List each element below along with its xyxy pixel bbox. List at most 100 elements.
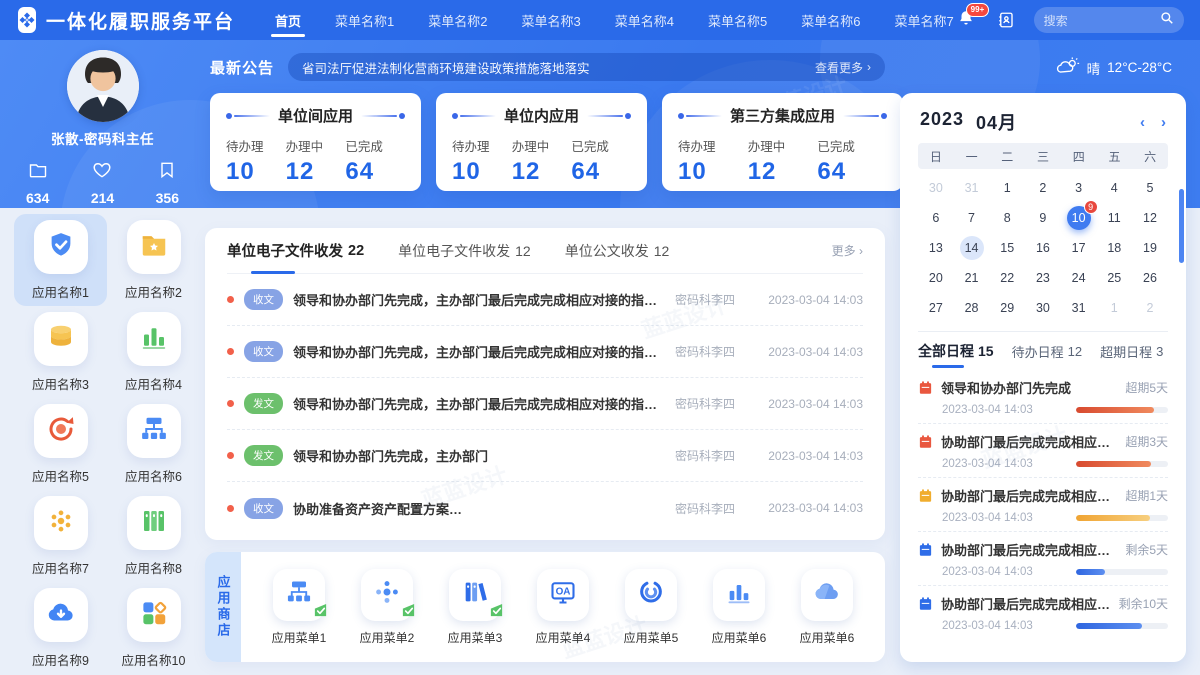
calendar-day[interactable]: 31 xyxy=(954,173,990,203)
sidebar-app-4[interactable]: 应用名称4 xyxy=(107,306,200,398)
nav-item-4[interactable]: 菜单名称3 xyxy=(522,0,581,40)
calendar-day[interactable]: 3 xyxy=(1061,173,1097,203)
calendar-day[interactable]: 30 xyxy=(918,173,954,203)
stat-item[interactable]: 已完成64 xyxy=(345,136,405,186)
notification-bell-icon[interactable]: 99+ xyxy=(954,8,978,32)
stat-item[interactable]: 已完成64 xyxy=(571,136,631,186)
calendar-day[interactable]: 12 xyxy=(1132,203,1168,233)
search-icon[interactable] xyxy=(1160,11,1174,30)
nav-item-3[interactable]: 菜单名称2 xyxy=(428,0,487,40)
calendar-prev-icon[interactable]: ‹ xyxy=(1140,115,1145,130)
calendar-day[interactable]: 8 xyxy=(989,203,1025,233)
sidebar-app-2[interactable]: 应用名称2 xyxy=(107,214,200,306)
calendar-day[interactable]: 6 xyxy=(918,203,954,233)
calendar-day[interactable]: 28 xyxy=(954,293,990,323)
stat-item[interactable]: 待办理10 xyxy=(452,136,512,186)
user-stat[interactable]: 214 xyxy=(91,160,114,206)
app-store-tab[interactable]: 应用商店 xyxy=(205,552,241,662)
calendar-day[interactable]: 27 xyxy=(918,293,954,323)
store-app-3[interactable]: 应用菜单3 xyxy=(448,569,503,646)
sidebar-app-1[interactable]: 应用名称1 xyxy=(14,214,107,306)
calendar-day[interactable]: 31 xyxy=(1061,293,1097,323)
nav-item-1[interactable]: 首页 xyxy=(275,0,301,40)
calendar-day[interactable]: 29 xyxy=(989,293,1025,323)
calendar-day[interactable]: 14 xyxy=(954,233,990,263)
scrollbar-thumb[interactable] xyxy=(1179,189,1184,263)
user-stat[interactable]: 356 xyxy=(156,160,179,206)
calendar-day[interactable]: 109 xyxy=(1061,203,1097,233)
store-app-4[interactable]: OA应用菜单4 xyxy=(536,569,591,646)
stat-item[interactable]: 已完成64 xyxy=(817,136,887,186)
nav-item-5[interactable]: 菜单名称4 xyxy=(615,0,674,40)
calendar-day[interactable]: 25 xyxy=(1096,263,1132,293)
calendar-day[interactable]: 5 xyxy=(1132,173,1168,203)
user-stat[interactable]: 634 xyxy=(26,160,49,206)
calendar-day[interactable]: 22 xyxy=(989,263,1025,293)
calendar-next-icon[interactable]: › xyxy=(1161,115,1166,130)
nav-item-7[interactable]: 菜单名称6 xyxy=(801,0,860,40)
schedule-item[interactable]: 协助部门最后完成完成相应对接…超期1天2023-03-04 14:03 xyxy=(918,478,1168,532)
stat-item[interactable]: 办理中12 xyxy=(512,136,572,186)
calendar-day[interactable]: 1 xyxy=(1096,293,1132,323)
schedule-tab-3[interactable]: 超期日程3 xyxy=(1100,332,1163,370)
avatar[interactable] xyxy=(67,50,139,122)
nav-item-6[interactable]: 菜单名称5 xyxy=(708,0,767,40)
calendar-day[interactable]: 26 xyxy=(1132,263,1168,293)
calendar-day[interactable]: 30 xyxy=(1025,293,1061,323)
store-app-5[interactable]: 应用菜单5 xyxy=(624,569,679,646)
search-input[interactable]: 搜索 xyxy=(1034,7,1184,33)
address-book-icon[interactable] xyxy=(994,8,1018,32)
calendar-day[interactable]: 19 xyxy=(1132,233,1168,263)
sidebar-app-3[interactable]: 应用名称3 xyxy=(14,306,107,398)
sidebar-app-9[interactable]: 应用名称9 xyxy=(14,582,107,674)
announcement-pill[interactable]: 省司法厅促进法制化营商环境建设政策措施落地落实 查看更多 › xyxy=(288,53,885,81)
schedule-item[interactable]: 领导和协办部门先完成超期5天2023-03-04 14:03 xyxy=(918,370,1168,424)
schedule-item[interactable]: 协助部门最后完成完成相应对接…剩余5天2023-03-04 14:03 xyxy=(918,532,1168,586)
schedule-item[interactable]: 协助部门最后完成完成相应对接…超期3天2023-03-04 14:03 xyxy=(918,424,1168,478)
mail-list-item[interactable]: 发文领导和协办部门先完成，主办部门密码科李四2023-03-04 14:03 xyxy=(227,430,863,482)
sidebar-app-5[interactable]: 应用名称5 xyxy=(14,398,107,490)
stat-item[interactable]: 办理中12 xyxy=(748,136,818,186)
calendar-day[interactable]: 23 xyxy=(1025,263,1061,293)
calendar-day[interactable]: 9 xyxy=(1025,203,1061,233)
stat-item[interactable]: 办理中12 xyxy=(286,136,346,186)
sidebar-app-6[interactable]: 应用名称6 xyxy=(107,398,200,490)
schedule-tab-1[interactable]: 全部日程15 xyxy=(918,332,994,370)
mail-list-item[interactable]: 收文协助准备资产资产配置方案…密码科李四2023-03-04 14:03 xyxy=(227,482,863,534)
sidebar-app-8[interactable]: 应用名称8 xyxy=(107,490,200,582)
stat-item[interactable]: 待办理10 xyxy=(226,136,286,186)
nav-item-2[interactable]: 菜单名称1 xyxy=(335,0,394,40)
store-app-6[interactable]: 应用菜单6 xyxy=(712,569,767,646)
stat-item[interactable]: 待办理10 xyxy=(678,136,748,186)
calendar-day[interactable]: 13 xyxy=(918,233,954,263)
mail-tab-3[interactable]: 单位公文收发12 xyxy=(565,228,670,274)
mail-tab-1[interactable]: 单位电子文件收发22 xyxy=(227,228,364,274)
schedule-item[interactable]: 协助部门最后完成完成相应对接…剩余10天2023-03-04 14:03 xyxy=(918,586,1168,639)
calendar-day[interactable]: 7 xyxy=(954,203,990,233)
calendar-day[interactable]: 16 xyxy=(1025,233,1061,263)
sidebar-app-10[interactable]: 应用名称10 xyxy=(107,582,200,674)
mail-list-item[interactable]: 发文领导和协办部门先完成，主办部门最后完成完成相应对接的指示任务办件，请示文密码… xyxy=(227,378,863,430)
mail-tab-2[interactable]: 单位电子文件收发12 xyxy=(398,228,531,274)
calendar-day[interactable]: 11 xyxy=(1096,203,1132,233)
calendar-day[interactable]: 20 xyxy=(918,263,954,293)
calendar-day[interactable]: 1 xyxy=(989,173,1025,203)
calendar-day[interactable]: 2 xyxy=(1025,173,1061,203)
calendar-day[interactable]: 18 xyxy=(1096,233,1132,263)
calendar-day[interactable]: 2 xyxy=(1132,293,1168,323)
calendar-day[interactable]: 24 xyxy=(1061,263,1097,293)
mail-list-item[interactable]: 收文领导和协办部门先完成，主办部门最后完成完成相应对接的指示任务办件…密码科李四… xyxy=(227,274,863,326)
store-app-2[interactable]: 应用菜单2 xyxy=(360,569,415,646)
calendar-day[interactable]: 4 xyxy=(1096,173,1132,203)
mail-list-item[interactable]: 收文领导和协办部门先完成，主办部门最后完成完成相应对接的指示任务办件，请示文密码… xyxy=(227,326,863,378)
calendar-day[interactable]: 21 xyxy=(954,263,990,293)
mail-more-link[interactable]: 更多 › xyxy=(832,242,863,259)
calendar-day[interactable]: 15 xyxy=(989,233,1025,263)
nav-item-8[interactable]: 菜单名称7 xyxy=(894,0,953,40)
store-app-1[interactable]: 应用菜单1 xyxy=(272,569,327,646)
schedule-tab-2[interactable]: 待办日程12 xyxy=(1012,332,1082,370)
calendar-day[interactable]: 17 xyxy=(1061,233,1097,263)
view-more-link[interactable]: 查看更多 › xyxy=(815,59,871,76)
store-app-7[interactable]: 应用菜单6 xyxy=(800,569,855,646)
sidebar-app-7[interactable]: 应用名称7 xyxy=(14,490,107,582)
